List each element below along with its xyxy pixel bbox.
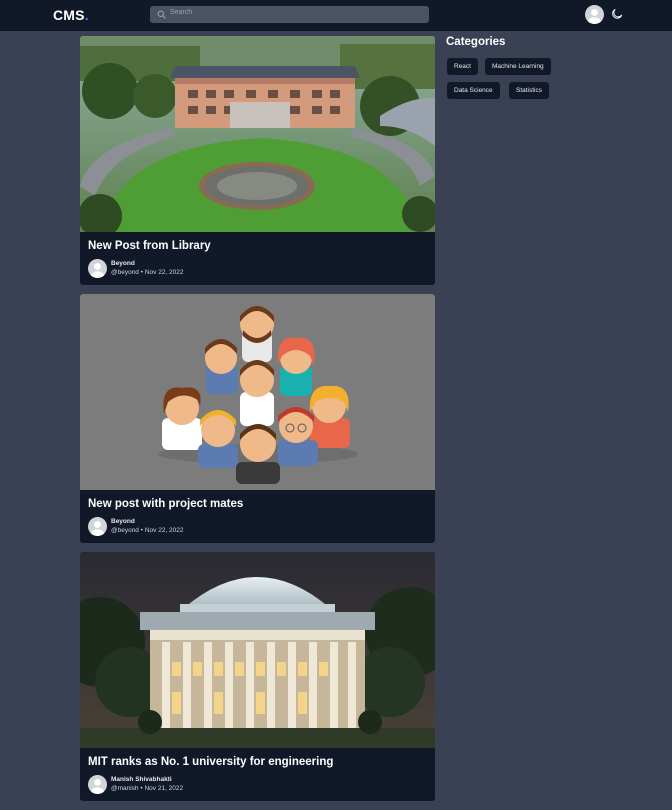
post-title[interactable]: MIT ranks as No. 1 university for engine… — [88, 756, 333, 768]
post-image[interactable] — [80, 294, 435, 490]
author-handle: @beyond — [111, 269, 139, 276]
post-card[interactable]: New post with project mates Beyond @beyo… — [80, 294, 435, 543]
categories-title: Categories — [446, 36, 506, 48]
author-meta: @beyond • Nov 22, 2022 — [111, 527, 184, 534]
logo[interactable]: CMS. — [53, 7, 89, 23]
author-name: Beyond — [111, 518, 135, 525]
meta-separator: • — [140, 527, 144, 534]
author-name: Beyond — [111, 260, 135, 267]
author-handle: @manish — [111, 785, 139, 792]
search-input[interactable]: Search — [150, 6, 429, 23]
post-title[interactable]: New post with project mates — [88, 498, 243, 510]
author-avatar — [88, 517, 107, 536]
author-avatar — [88, 259, 107, 278]
author-meta: @manish • Nov 21, 2022 — [111, 785, 183, 792]
category-machine-learning[interactable]: Machine Learning — [485, 58, 551, 75]
search-placeholder: Search — [170, 9, 193, 16]
post-card[interactable]: New Post from Library Beyond @beyond • N… — [80, 36, 435, 285]
author-handle: @beyond — [111, 527, 139, 534]
author-avatar — [88, 775, 107, 794]
author-meta: @beyond • Nov 22, 2022 — [111, 269, 184, 276]
post-image[interactable] — [80, 552, 435, 748]
meta-separator: • — [140, 785, 143, 792]
post-card[interactable]: MIT ranks as No. 1 university for engine… — [80, 552, 435, 801]
category-statistics[interactable]: Statistics — [509, 82, 550, 99]
search-icon — [157, 10, 166, 19]
logo-text: CMS — [53, 7, 85, 23]
moon-icon[interactable] — [611, 8, 623, 20]
post-title[interactable]: New Post from Library — [88, 240, 211, 252]
navbar: CMS. Search — [0, 0, 672, 31]
post-date: Nov 22, 2022 — [144, 527, 184, 534]
category-react[interactable]: React — [447, 58, 478, 75]
user-avatar-icon[interactable] — [585, 5, 604, 24]
post-image[interactable] — [80, 36, 435, 232]
category-data-science[interactable]: Data Science — [447, 82, 500, 99]
post-date: Nov 21, 2022 — [144, 785, 184, 792]
logo-dot: . — [84, 7, 89, 23]
meta-separator: • — [140, 269, 144, 276]
author-name: Manish Shivabhakti — [111, 776, 172, 783]
post-date: Nov 22, 2022 — [144, 269, 184, 276]
